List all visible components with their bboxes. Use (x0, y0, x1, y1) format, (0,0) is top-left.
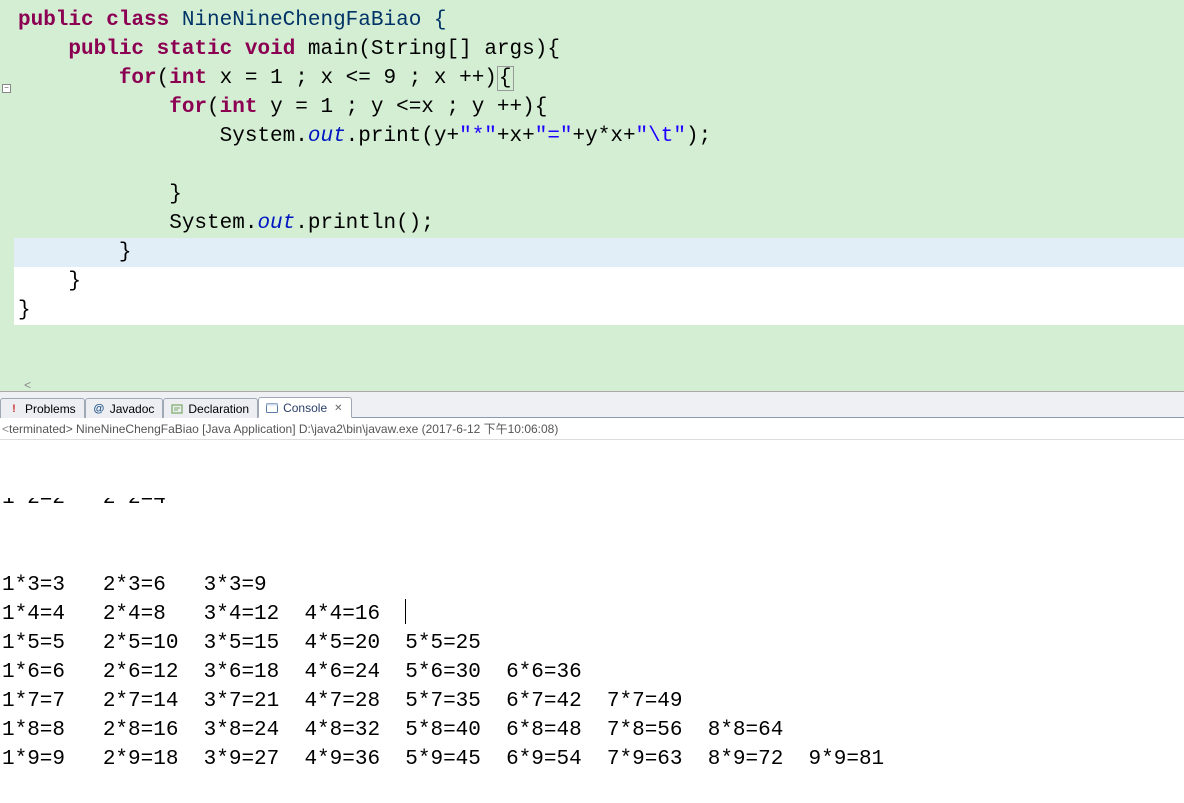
console-line: 1*5=5 2*5=10 3*5=15 4*5=20 5*5=25 (2, 629, 1182, 658)
editor-gutter: − (0, 0, 14, 391)
tab-label: Problems (25, 402, 76, 416)
console-line: 1*3=3 2*3=6 3*3=9 (2, 571, 1182, 600)
views-tab-bar: ! Problems @ Javadoc Declaration Console… (0, 392, 1184, 418)
code-line: } (0, 296, 1184, 325)
tab-console[interactable]: Console ✕ (258, 397, 351, 418)
problems-icon: ! (7, 402, 21, 416)
console-status: <terminated> NineNineChengFaBiao [Java A… (0, 418, 1184, 440)
tab-label: Declaration (188, 402, 249, 416)
console-line: 1*7=7 2*7=14 3*7=21 4*7=28 5*7=35 6*7=42… (2, 687, 1182, 716)
tab-label: Javadoc (110, 402, 155, 416)
javadoc-icon: @ (92, 402, 106, 416)
tab-problems[interactable]: ! Problems (0, 398, 85, 418)
code-line (0, 151, 1184, 180)
console-line: 1*8=8 2*8=16 3*8=24 4*8=32 5*8=40 6*8=48… (2, 716, 1182, 745)
fold-minus-icon[interactable]: − (2, 84, 11, 93)
code-line: } (0, 180, 1184, 209)
code-line: } (0, 267, 1184, 296)
console-output[interactable]: 1*2=2 2*2=4 1*3=3 2*3=6 3*3=91*4=4 2*4=8… (0, 440, 1184, 803)
code-line: System.out.println(); (0, 209, 1184, 238)
code-line: public static void main(String[] args){ (0, 35, 1184, 64)
scroll-left-arrow-icon[interactable]: < (24, 379, 31, 392)
tab-declaration[interactable]: Declaration (163, 398, 258, 418)
console-line: 1*6=6 2*6=12 3*6=18 4*6=24 5*6=30 6*6=36 (2, 658, 1182, 687)
code-line: public class NineNineChengFaBiao { (0, 6, 1184, 35)
console-line: 1*4=4 2*4=8 3*4=12 4*4=16 (2, 600, 1182, 629)
console-line: 1*9=9 2*9=18 3*9=27 4*9=36 5*9=45 6*9=54… (2, 745, 1182, 774)
console-icon (265, 401, 279, 415)
code-line: for(int y = 1 ; y <=x ; y ++){ (0, 93, 1184, 122)
code-line: System.out.print(y+"*"+x+"="+y*x+"\t"); (0, 122, 1184, 151)
code-line: for(int x = 1 ; x <= 9 ; x ++){ (0, 64, 1184, 93)
tab-label: Console (283, 401, 327, 415)
tab-javadoc[interactable]: @ Javadoc (85, 398, 164, 418)
console-line-partial: 1*2=2 2*2=4 (2, 498, 1182, 513)
close-icon[interactable]: ✕ (334, 403, 342, 414)
code-line-current: } (0, 238, 1184, 267)
declaration-icon (170, 402, 184, 416)
text-cursor (405, 599, 406, 624)
code-editor[interactable]: − public class NineNineChengFaBiao { pub… (0, 0, 1184, 392)
